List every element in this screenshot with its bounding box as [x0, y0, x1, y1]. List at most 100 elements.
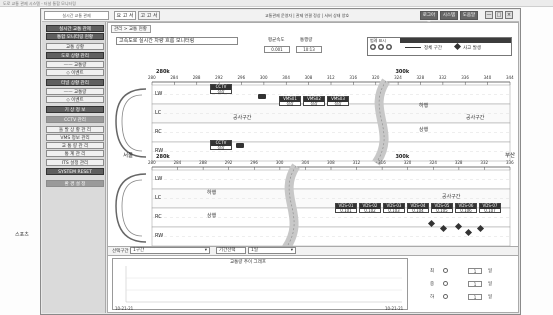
- section-select-value: 1구간: [133, 248, 145, 253]
- chart-x-start: 10-21-21: [115, 306, 134, 311]
- panel-label-2: 하: [430, 295, 435, 300]
- device-box-2-2[interactable]: VDS-03 0.103: [383, 203, 405, 213]
- chevron-down-icon: ▾: [204, 248, 207, 253]
- km-label-2-13: 332: [480, 160, 489, 165]
- device-box-bottom: 0.102: [364, 207, 376, 213]
- panel-value-0[interactable]: 1: [468, 268, 482, 274]
- zone-label-1-2: 상행: [419, 127, 429, 133]
- device-box-bottom: 0.107: [484, 207, 496, 213]
- device-box-1-1[interactable]: VMS01 정상: [279, 96, 301, 106]
- km-label-1-12: 328: [416, 75, 425, 80]
- device-box-bottom: 0.103: [388, 207, 400, 213]
- km-label-2-6: 304: [301, 160, 310, 165]
- km-label-1-14: 336: [461, 75, 469, 80]
- km-label-2-11: 324: [429, 160, 437, 165]
- km-label-2-1: 284: [173, 160, 182, 165]
- section-select[interactable]: 1구간 ▾: [130, 247, 210, 254]
- km-label-1-3: 292: [215, 75, 223, 80]
- device-box-bottom: 0.104: [412, 207, 424, 213]
- period-label-box: 기간선택: [216, 247, 246, 254]
- lane-RC: [151, 122, 511, 143]
- km-label-1-2: 288: [192, 75, 201, 80]
- km-label-2-9: 316: [378, 160, 386, 165]
- tunnel-portal-icon: [115, 173, 147, 243]
- chart-x-end: 10-21-21: [385, 306, 404, 311]
- lane-LW: [151, 169, 511, 190]
- lane-label-2-0: LW: [155, 176, 163, 182]
- road-curve: [372, 78, 390, 166]
- km-label-2-10: 320: [403, 160, 412, 165]
- km-label-1-0: 280: [148, 75, 156, 80]
- device-box-1-4[interactable]: CCTV 정상: [210, 140, 232, 150]
- end-label-right: 부산: [505, 153, 516, 159]
- km-label-1-1: 284: [170, 75, 179, 80]
- device-box-2-1[interactable]: VDS-02 0.102: [359, 203, 381, 213]
- tunnel-portal-inner: [121, 179, 143, 237]
- km-label-1-13: 332: [438, 75, 447, 80]
- device-box-2-6[interactable]: VDS-07 0.107: [479, 203, 501, 213]
- device-box-2-5[interactable]: VDS-06 0.106: [455, 203, 477, 213]
- radio-icon[interactable]: [443, 268, 448, 273]
- km-label-1-15: 340: [483, 75, 492, 80]
- device-box-1-3[interactable]: VMS03 정상: [327, 96, 349, 106]
- km-label-2-4: 296: [250, 160, 258, 165]
- lane-label-2-2: RC: [155, 214, 162, 220]
- device-box-2-4[interactable]: VDS-05 0.105: [431, 203, 453, 213]
- km-label-2-3: 292: [224, 160, 233, 165]
- tunnel-portal-icon: [115, 88, 147, 158]
- device-box-bottom: 정상: [217, 88, 225, 94]
- lane-LC: [151, 103, 511, 124]
- panel-value-2[interactable]: 1: [468, 294, 482, 300]
- lane-label-1-1: LC: [155, 110, 162, 116]
- device-box-bottom: 정상: [334, 100, 342, 106]
- device-box-1-2[interactable]: VMS02 정상: [303, 96, 325, 106]
- lane-label-2-3: RW: [155, 233, 164, 239]
- km-label-1-6: 304: [282, 75, 290, 80]
- vehicle-icon: [236, 143, 244, 148]
- km-label-2-2: 288: [199, 160, 207, 165]
- zone-label-2-0: 하행: [207, 190, 217, 196]
- km-label-1-8: 312: [327, 75, 335, 80]
- dd1-label: 선택구간: [112, 249, 129, 254]
- lane-label-1-2: RC: [155, 129, 162, 135]
- panel-unit-2: 일: [488, 295, 493, 300]
- tunnel-portal-inner: [121, 94, 143, 152]
- km-label-1-11: 324: [394, 75, 402, 80]
- km-label-1-5: 300: [259, 75, 268, 80]
- km-label-1-16: 344: [506, 75, 514, 80]
- device-box-2-3[interactable]: VDS-04 0.104: [407, 203, 429, 213]
- lane-label-2-1: LC: [155, 195, 162, 201]
- radio-icon[interactable]: [443, 294, 448, 299]
- km-label-1-9: 316: [349, 75, 358, 80]
- device-box-bottom: 정상: [286, 100, 294, 106]
- vehicle-icon: [258, 94, 266, 99]
- km-label-1-10: 320: [371, 75, 380, 80]
- km-label-2-12: 328: [454, 160, 463, 165]
- km-label-1-4: 296: [237, 75, 246, 80]
- road-curve: [282, 163, 300, 251]
- zone-label-1-0: 공사구간: [233, 115, 252, 121]
- km-label-2-0: 280: [148, 160, 156, 165]
- period-select[interactable]: 1일 ▾: [248, 247, 296, 254]
- panel-value-1[interactable]: 1: [468, 281, 482, 287]
- device-box-bottom: 0.101: [340, 207, 352, 213]
- panel-label-1: 중: [430, 282, 435, 287]
- panel-label-0: 최: [430, 269, 435, 274]
- device-box-2-0[interactable]: VDS-01 0.101: [335, 203, 357, 213]
- device-box-bottom: 정상: [217, 144, 225, 150]
- panel-unit-0: 일: [488, 269, 493, 274]
- zone-label-1-3: 공사구간: [466, 115, 485, 121]
- lane-label-1-0: LW: [155, 91, 163, 97]
- lane-RW: [151, 141, 511, 162]
- km-label-2-8: 312: [352, 160, 361, 165]
- device-box-1-0[interactable]: CCTV 정상: [210, 84, 232, 94]
- km-label-1-7: 308: [304, 75, 313, 80]
- km-big-1-1: 300k: [395, 69, 410, 75]
- km-label-2-5: 300: [275, 160, 284, 165]
- panel-unit-1: 일: [488, 282, 493, 287]
- radio-icon[interactable]: [443, 281, 448, 286]
- end-label-left: 서울: [123, 153, 134, 159]
- chart-grid: [125, 266, 402, 303]
- zone-label-2-2: 공사구간: [442, 194, 461, 200]
- zone-label-1-1: 하행: [419, 103, 429, 109]
